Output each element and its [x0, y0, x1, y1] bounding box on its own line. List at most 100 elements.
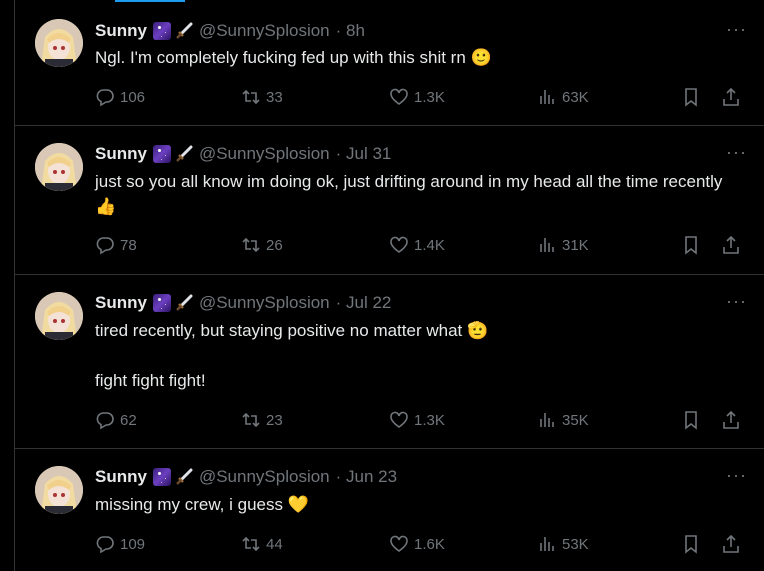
share-icon	[723, 235, 739, 254]
display-name[interactable]: Sunny	[95, 467, 147, 487]
reply-button[interactable]: 62	[95, 410, 137, 430]
timeline: Sunny @SunnySplosion · 8h ··· Ngl. I'm c…	[14, 0, 764, 571]
tweet-text: just so you all know im doing ok, just d…	[95, 172, 723, 216]
dagger-emoji-icon	[175, 145, 193, 163]
tweet[interactable]: Sunny @SunnySplosion · 8h ··· Ngl. I'm c…	[15, 0, 764, 126]
timestamp[interactable]: · Jul 22	[336, 293, 392, 313]
tweet-actions: 109 44 1.6K 53K	[95, 534, 745, 556]
repost-icon	[242, 237, 260, 253]
share-button[interactable]	[721, 534, 746, 554]
view-count: 31K	[562, 236, 589, 254]
repost-button[interactable]: 23	[241, 410, 283, 430]
repost-count: 26	[266, 236, 283, 254]
repost-icon	[242, 89, 260, 105]
like-icon	[390, 88, 408, 105]
like-count: 1.6K	[414, 535, 445, 553]
like-count: 1.4K	[414, 236, 445, 254]
avatar[interactable]	[35, 143, 83, 191]
tweet-text-line-2: fight fight fight!	[95, 371, 206, 390]
bookmark-button[interactable]	[681, 87, 706, 107]
reply-button[interactable]: 109	[95, 534, 145, 554]
timestamp[interactable]: · 8h	[336, 21, 365, 41]
avatar[interactable]	[35, 19, 83, 67]
tweet-actions: 106 33 1.3K 63K	[95, 87, 745, 109]
galaxy-emoji-icon	[152, 294, 171, 312]
galaxy-emoji-icon	[152, 22, 171, 40]
bookmark-button[interactable]	[681, 534, 706, 554]
bookmark-icon	[685, 236, 697, 255]
tweet-text: tired recently, but staying positive no …	[95, 321, 489, 340]
share-button[interactable]	[721, 87, 746, 107]
bookmark-icon	[685, 535, 697, 554]
view-count: 53K	[562, 535, 589, 553]
reply-icon	[96, 237, 114, 255]
reply-count: 78	[120, 236, 137, 254]
views-icon	[540, 238, 554, 252]
tweet-text: Ngl. I'm completely fucking fed up with …	[95, 48, 492, 67]
user-handle[interactable]: @SunnySplosion	[199, 293, 330, 313]
views-icon	[540, 413, 554, 427]
bookmark-button[interactable]	[681, 235, 706, 255]
repost-icon	[242, 412, 260, 428]
reply-count: 109	[120, 535, 146, 553]
galaxy-emoji-icon	[152, 468, 171, 486]
share-button[interactable]	[721, 410, 746, 430]
share-icon	[723, 87, 739, 106]
view-count: 63K	[562, 88, 589, 106]
repost-count: 33	[266, 88, 283, 106]
like-icon	[390, 411, 408, 428]
more-options-icon[interactable]: ···	[726, 465, 747, 486]
timestamp[interactable]: · Jul 31	[336, 144, 392, 164]
reply-icon	[96, 89, 114, 107]
bookmark-icon	[685, 411, 697, 430]
share-button[interactable]	[721, 235, 746, 255]
reply-count: 106	[120, 88, 146, 106]
like-button[interactable]: 1.3K	[389, 410, 445, 430]
repost-button[interactable]: 33	[241, 87, 283, 107]
like-button[interactable]: 1.3K	[389, 87, 445, 107]
user-handle[interactable]: @SunnySplosion	[199, 467, 330, 487]
display-name[interactable]: Sunny	[95, 21, 147, 41]
like-button[interactable]: 1.6K	[389, 534, 445, 554]
like-button[interactable]: 1.4K	[389, 235, 445, 255]
view-count: 35K	[562, 411, 589, 429]
avatar[interactable]	[35, 466, 83, 514]
display-name[interactable]: Sunny	[95, 144, 147, 164]
like-count: 1.3K	[414, 411, 445, 429]
repost-button[interactable]: 26	[241, 235, 283, 255]
repost-count: 23	[266, 411, 283, 429]
repost-button[interactable]: 44	[241, 534, 283, 554]
views-button[interactable]: 31K	[537, 235, 589, 255]
like-icon	[390, 535, 408, 552]
repost-count: 44	[266, 535, 283, 553]
share-icon	[723, 534, 739, 553]
like-icon	[390, 236, 408, 253]
avatar[interactable]	[35, 292, 83, 340]
repost-icon	[242, 536, 260, 552]
tweet[interactable]: Sunny @SunnySplosion · Jun 23 ··· missin…	[15, 449, 764, 571]
reply-button[interactable]: 106	[95, 87, 145, 107]
reply-button[interactable]: 78	[95, 235, 137, 255]
bookmark-button[interactable]	[681, 410, 706, 430]
bookmark-icon	[685, 88, 697, 107]
share-icon	[723, 410, 739, 429]
display-name[interactable]: Sunny	[95, 293, 147, 313]
galaxy-emoji-icon	[152, 145, 171, 163]
views-button[interactable]: 63K	[537, 87, 589, 107]
reply-icon	[96, 412, 114, 430]
more-options-icon[interactable]: ···	[726, 142, 747, 163]
tweet-text: missing my crew, i guess 💛	[95, 495, 309, 514]
views-button[interactable]: 35K	[537, 410, 589, 430]
dagger-emoji-icon	[175, 22, 193, 40]
dagger-emoji-icon	[175, 468, 193, 486]
views-button[interactable]: 53K	[537, 534, 589, 554]
user-handle[interactable]: @SunnySplosion	[199, 144, 330, 164]
more-options-icon[interactable]: ···	[726, 291, 747, 312]
tweet[interactable]: Sunny @SunnySplosion · Jul 22 ··· tired …	[15, 275, 764, 449]
user-handle[interactable]: @SunnySplosion	[199, 21, 330, 41]
more-options-icon[interactable]: ···	[726, 19, 747, 40]
like-count: 1.3K	[414, 88, 445, 106]
dagger-emoji-icon	[175, 294, 193, 312]
timestamp[interactable]: · Jun 23	[336, 467, 397, 487]
tweet[interactable]: Sunny @SunnySplosion · Jul 31 ··· just s…	[15, 126, 764, 275]
